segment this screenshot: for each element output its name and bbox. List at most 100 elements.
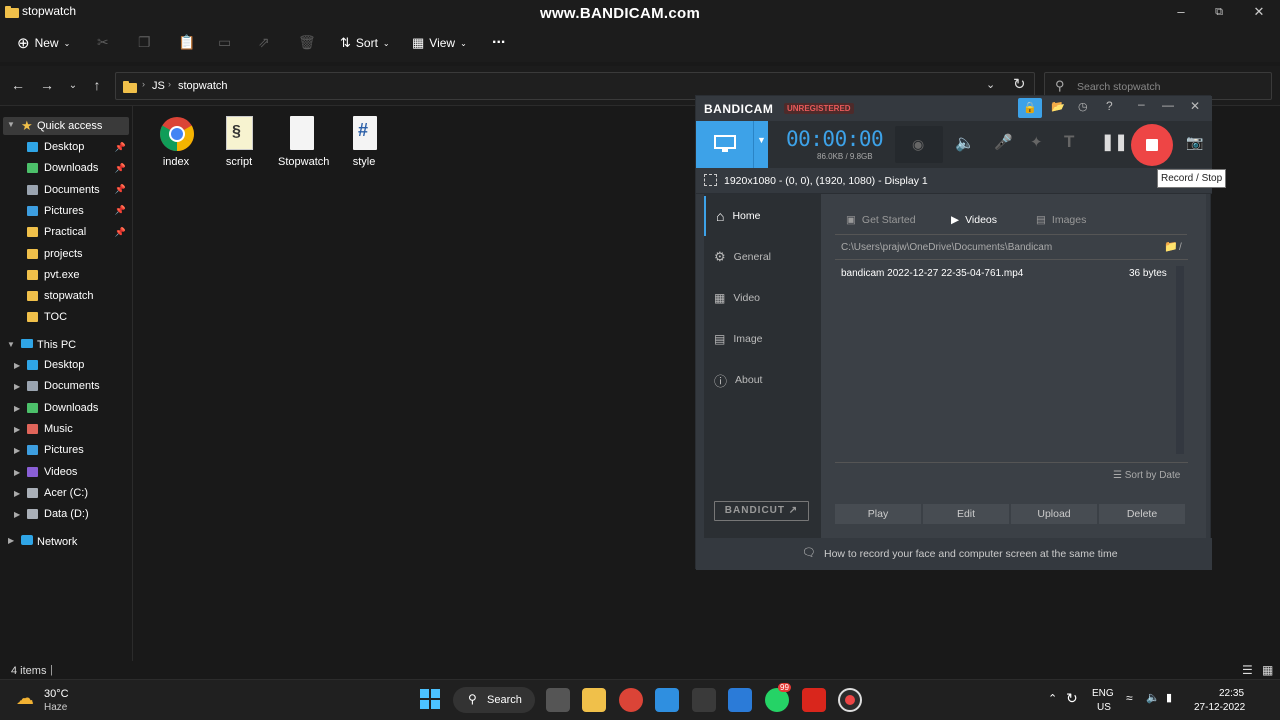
file-explorer-icon[interactable] xyxy=(582,688,606,712)
details-view-icon[interactable]: ☰ xyxy=(1242,663,1253,677)
recent-chevron-icon[interactable]: ⌄ xyxy=(63,80,83,91)
sidebar-item[interactable]: ▶ Desktop xyxy=(0,355,130,375)
sidebar-item[interactable]: Desktop 📌 xyxy=(0,137,130,157)
chevron-up-icon[interactable]: ⌃ xyxy=(1048,692,1057,705)
speaker-icon[interactable]: 🔈 xyxy=(955,133,975,153)
close-button[interactable]: ✕ xyxy=(1249,2,1269,22)
sidebar-item[interactable]: Pictures 📌 xyxy=(0,201,130,221)
nav-home[interactable]: ⌂ Home xyxy=(704,196,821,236)
nav-image[interactable]: ▤ Image xyxy=(704,319,821,359)
file-stopwatch[interactable]: Stopwatch xyxy=(278,116,329,168)
sidebar-item[interactable]: Downloads 📌 xyxy=(0,158,130,178)
open-folder-icon[interactable]: 📁 xyxy=(1164,240,1178,253)
breadcrumb-js[interactable]: JS xyxy=(152,80,165,92)
paste-icon[interactable]: 📋 xyxy=(178,34,195,51)
sync-icon[interactable]: ↻ xyxy=(1066,690,1078,707)
whatsapp-icon[interactable]: 99 xyxy=(765,683,791,712)
lock-icon[interactable]: 🔒 xyxy=(1018,98,1042,118)
pause-icon[interactable]: ❚❚ xyxy=(1101,132,1128,152)
file-index[interactable]: index xyxy=(153,116,199,168)
sidebar-item[interactable]: ▶ Acer (C:) xyxy=(0,483,130,503)
view-button[interactable]: ▦ View ⌄ xyxy=(412,34,467,52)
address-dropdown-icon[interactable]: ⌄ xyxy=(986,78,995,91)
sidebar-item[interactable]: stopwatch xyxy=(0,286,130,306)
chrome-taskbar-icon[interactable] xyxy=(619,688,643,712)
sidebar-item[interactable]: TOC xyxy=(0,307,130,327)
file-script[interactable]: § script xyxy=(216,116,262,168)
mode-dropdown-icon[interactable]: ▼ xyxy=(757,135,766,145)
camera-icon[interactable]: 📷 xyxy=(1186,134,1203,151)
rename-icon[interactable]: ▭ xyxy=(218,34,231,51)
clock-icon[interactable]: ◷ xyxy=(1078,100,1088,113)
nav-general[interactable]: ⚙ General xyxy=(704,237,821,277)
upload-button[interactable]: Upload xyxy=(1011,504,1097,524)
forward-arrow-icon[interactable]: → xyxy=(37,77,57,93)
back-arrow-icon[interactable]: ← xyxy=(8,77,28,93)
share-icon[interactable]: ⇗ xyxy=(258,34,270,51)
chevron-right-icon[interactable]: ▶ xyxy=(14,425,20,434)
minimize-icon[interactable]: — xyxy=(1162,98,1174,112)
sort-button[interactable]: ⇅ Sort ⌄ xyxy=(340,34,390,52)
quick-access-label[interactable]: Quick access xyxy=(37,120,102,132)
new-button[interactable]: ⊕ New ⌄ xyxy=(17,34,70,52)
sidebar-item[interactable]: ▶ Pictures xyxy=(0,440,130,460)
tab-images[interactable]: ▤ Images xyxy=(1036,214,1086,226)
screen-mode-button[interactable]: ▼ xyxy=(696,121,768,168)
minimize-button[interactable]: – xyxy=(1171,2,1191,22)
sidebar-item[interactable]: ▶ Downloads xyxy=(0,398,130,418)
list-scrollbar[interactable] xyxy=(1176,266,1184,454)
chevron-right-icon[interactable]: ▶ xyxy=(8,536,14,545)
file-style[interactable]: # style xyxy=(341,116,387,168)
microphone-icon[interactable]: 🎤 xyxy=(994,133,1013,151)
lang-primary[interactable]: ENG xyxy=(1092,688,1114,699)
vscode-icon[interactable] xyxy=(655,688,679,712)
delete-button[interactable]: Delete xyxy=(1099,504,1185,524)
bandicam-footer[interactable]: 🗨 How to record your face and computer s… xyxy=(696,538,1212,570)
nav-video[interactable]: ▦ Video xyxy=(704,278,821,318)
task-view-icon[interactable] xyxy=(546,688,570,712)
mail-icon[interactable] xyxy=(728,688,752,712)
chevron-down-icon[interactable]: ▼ xyxy=(7,120,15,129)
start-button[interactable] xyxy=(419,688,443,712)
sidebar-item[interactable]: ▶ Music xyxy=(0,419,130,439)
cut-icon[interactable]: ✂ xyxy=(97,34,109,51)
copy-icon[interactable]: ❐ xyxy=(138,34,151,51)
more-options-button[interactable]: ... xyxy=(492,30,505,48)
sidebar-item[interactable]: ▶ Documents xyxy=(0,376,130,396)
record-stop-button[interactable] xyxy=(1131,124,1173,166)
sidebar-item[interactable]: ▶ Videos xyxy=(0,462,130,482)
sort-by-date-button[interactable]: ☰ Sort by Date xyxy=(1113,470,1180,481)
up-arrow-icon[interactable]: ↑ xyxy=(87,77,107,93)
sidebar-item[interactable]: Practical 📌 xyxy=(0,222,130,242)
tab-get-started[interactable]: ▣ Get Started xyxy=(846,214,916,226)
chevron-right-icon[interactable]: ▶ xyxy=(14,361,20,370)
breadcrumb-stopwatch[interactable]: stopwatch xyxy=(178,80,228,92)
weather-temp[interactable]: 30°C xyxy=(44,688,69,700)
help-icon[interactable]: ? xyxy=(1106,99,1113,113)
this-pc-label[interactable]: This PC xyxy=(37,339,76,351)
sidebar-item[interactable]: ▶ Data (D:) xyxy=(0,504,130,524)
video-list-item[interactable]: bandicam 2022-12-27 22-35-04-761.mp4 36 … xyxy=(835,266,1175,284)
refresh-icon[interactable]: ↻ xyxy=(1013,75,1026,93)
nav-about[interactable]: ⓘ About xyxy=(704,360,821,400)
maximize-button[interactable]: ⧉ xyxy=(1209,2,1229,22)
webcam-button[interactable]: ◉ xyxy=(895,126,943,163)
tab-videos[interactable]: ▶ Videos xyxy=(951,214,997,226)
clock-time[interactable]: 22:35 xyxy=(1219,688,1244,699)
play-button[interactable]: Play xyxy=(835,504,921,524)
network-label[interactable]: Network xyxy=(37,536,77,548)
close-icon[interactable]: ✕ xyxy=(1190,99,1200,113)
mouse-cursor-icon[interactable]: ✦ xyxy=(1030,133,1043,151)
bandicam-taskbar-icon[interactable] xyxy=(838,688,862,712)
chevron-right-icon[interactable]: ▶ xyxy=(14,446,20,455)
chevron-right-icon[interactable]: ▶ xyxy=(14,382,20,391)
sidebar-item[interactable]: Documents 📌 xyxy=(0,180,130,200)
tiles-view-icon[interactable]: ▦ xyxy=(1262,663,1273,677)
bandicut-button[interactable]: BANDICUT ↗ xyxy=(714,501,809,521)
acrobat-icon[interactable] xyxy=(802,688,826,712)
taskbar-search[interactable]: ⚲ Search xyxy=(453,687,535,713)
sidebar-item[interactable]: projects xyxy=(0,244,130,264)
weather-icon[interactable]: ☁ xyxy=(16,688,34,709)
chevron-right-icon[interactable]: ▶ xyxy=(14,510,20,519)
folder-open-icon[interactable]: 📂 xyxy=(1051,100,1065,113)
